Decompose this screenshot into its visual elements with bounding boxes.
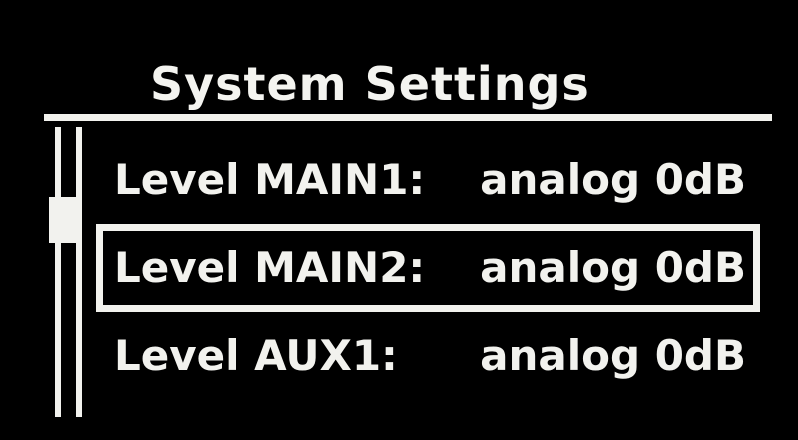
setting-row-level-main1[interactable]: Level MAIN1: analog 0dB: [96, 136, 760, 224]
setting-row-level-main2-selected[interactable]: Level MAIN2: analog 0dB: [96, 224, 760, 312]
oled-display: System Settings Level MAIN1: analog 0dB …: [0, 0, 798, 440]
setting-value: analog 0dB: [480, 331, 746, 380]
scrollbar[interactable]: [49, 127, 83, 417]
setting-label: Level MAIN1:: [114, 155, 426, 204]
page-title: System Settings: [150, 57, 590, 111]
scrollbar-rail-left: [55, 127, 61, 417]
settings-list: Level MAIN1: analog 0dB Level MAIN2: ana…: [96, 128, 766, 418]
title-divider: [44, 114, 772, 121]
setting-row-level-aux1[interactable]: Level AUX1: analog 0dB: [96, 312, 760, 400]
scrollbar-rail-right: [76, 127, 82, 417]
setting-value: analog 0dB: [480, 155, 746, 204]
setting-value: analog 0dB: [480, 243, 746, 292]
setting-label: Level AUX1:: [114, 331, 398, 380]
setting-label: Level MAIN2:: [114, 243, 426, 292]
scrollbar-thumb[interactable]: [49, 197, 81, 243]
